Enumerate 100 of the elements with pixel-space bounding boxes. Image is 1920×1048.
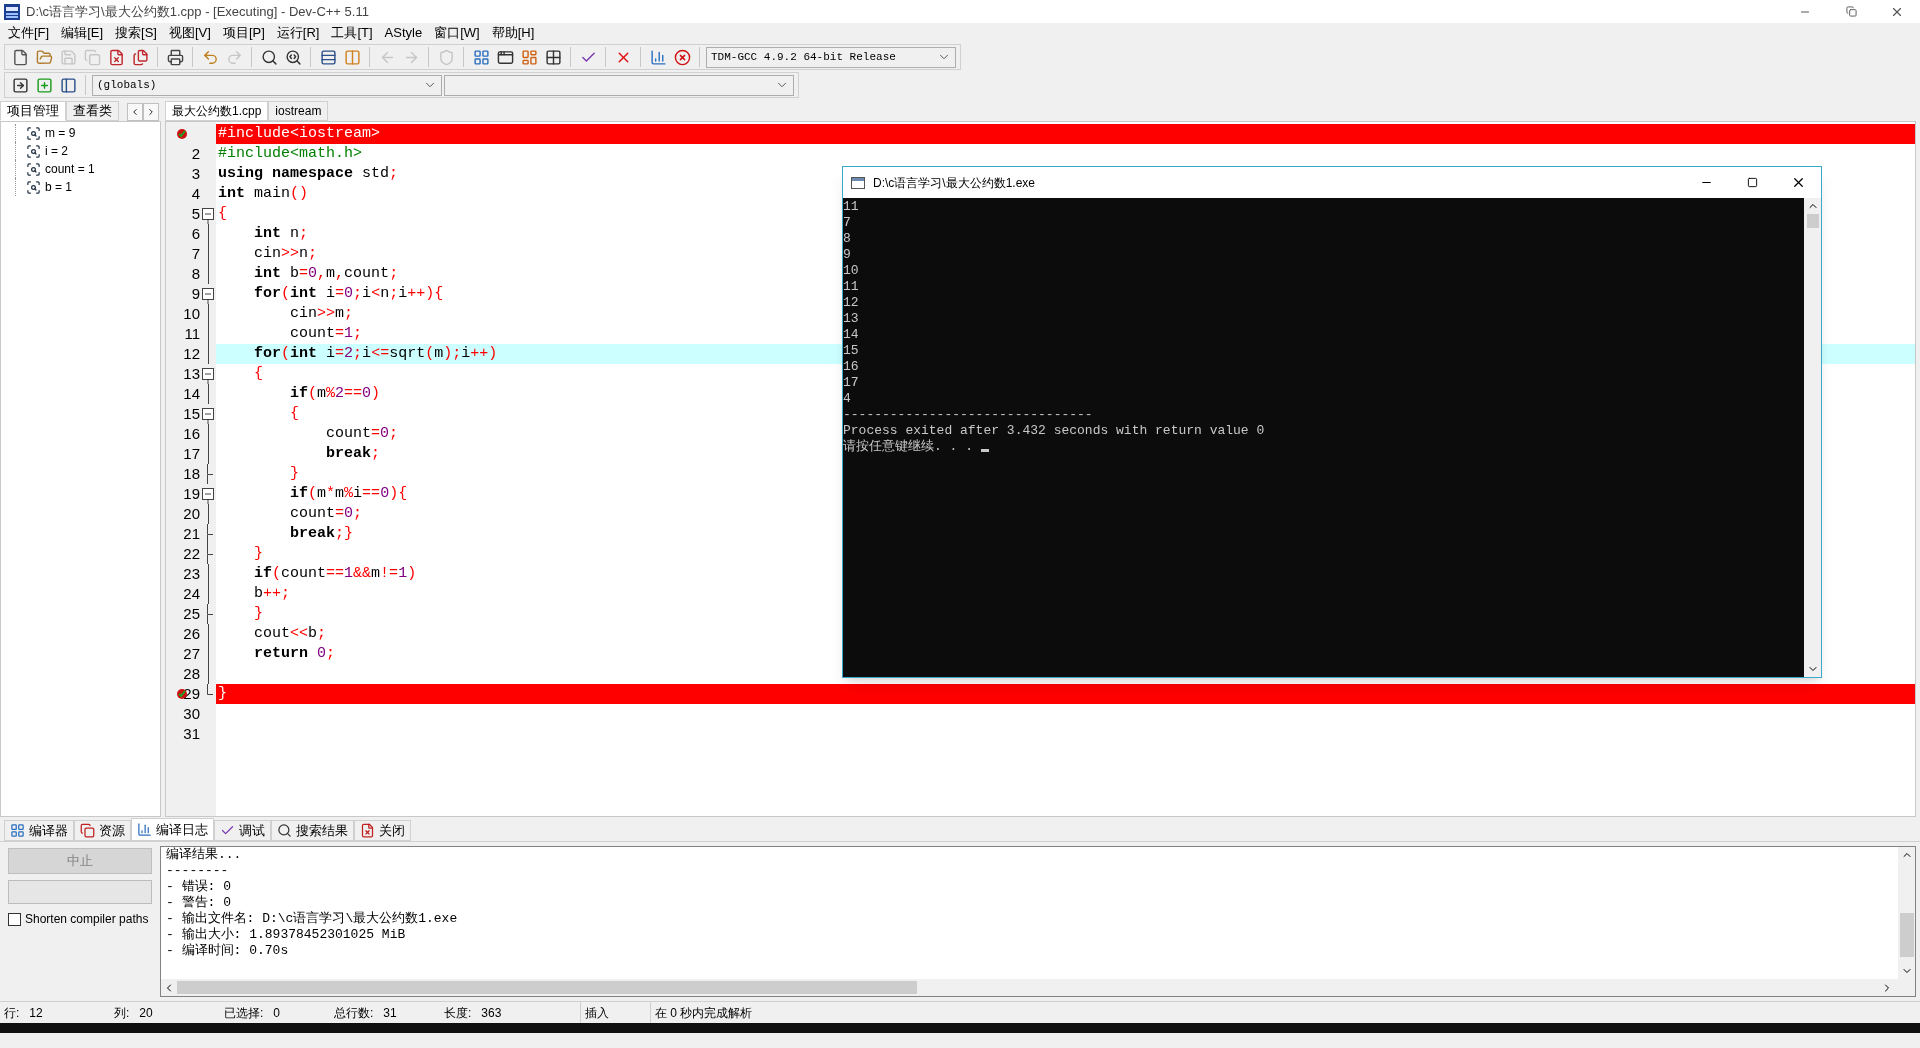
line-number: 23 bbox=[183, 563, 200, 584]
bottom-tab[interactable]: 编译日志 bbox=[131, 818, 214, 841]
watch-item[interactable]: count = 1 bbox=[45, 160, 95, 178]
code-line: for(int i=0;i<n;i++){ bbox=[253, 283, 444, 304]
magnifier-icon bbox=[26, 161, 41, 177]
menu-item[interactable]: 运行[R] bbox=[270, 23, 326, 43]
bottom-tab[interactable]: 调试 bbox=[214, 820, 271, 841]
status-value: 0 bbox=[273, 1004, 281, 1022]
undo-icon bbox=[201, 48, 219, 66]
console-line: 11 bbox=[843, 199, 859, 215]
watch-item[interactable]: m = 9 bbox=[45, 124, 76, 142]
console-line: 9 bbox=[843, 247, 851, 263]
line-number: 15 bbox=[183, 403, 200, 424]
magnifier-icon bbox=[26, 143, 41, 159]
vertical-scrollbar[interactable] bbox=[1804, 198, 1821, 677]
bottom-tab[interactable]: 资源 bbox=[74, 820, 131, 841]
restore-icon bbox=[1845, 6, 1857, 17]
search-icon bbox=[260, 48, 278, 66]
code-line: count=1; bbox=[289, 323, 363, 344]
code-line: break; bbox=[325, 443, 381, 464]
console-title: D:\c语言学习\最大公约数1.exe bbox=[873, 174, 1036, 192]
scroll-right-button[interactable] bbox=[143, 103, 159, 121]
copy-icon bbox=[80, 823, 95, 838]
chevron-left-icon bbox=[130, 107, 140, 117]
line-number: 7 bbox=[191, 243, 200, 264]
menu-item[interactable]: 文件[F] bbox=[2, 23, 56, 43]
line-number: 22 bbox=[183, 543, 200, 564]
code-line: } bbox=[289, 463, 299, 484]
floppy-icon bbox=[59, 48, 77, 66]
code-line: { bbox=[218, 203, 227, 224]
console-line: 请按任意键继续. . . bbox=[843, 439, 973, 455]
console-line: 8 bbox=[843, 231, 851, 247]
line-number: 9 bbox=[191, 283, 200, 304]
menu-item[interactable]: 工具[T] bbox=[325, 23, 379, 43]
menu-item[interactable]: 帮助[H] bbox=[485, 23, 541, 43]
code-line: { bbox=[253, 363, 263, 384]
line-number: 17 bbox=[183, 443, 200, 464]
console-line: 7 bbox=[843, 215, 851, 231]
folder-icon bbox=[35, 48, 53, 66]
editor-tab[interactable]: iostream bbox=[268, 101, 329, 121]
line-number: 25 bbox=[183, 603, 200, 624]
scroll-left-button[interactable] bbox=[127, 103, 143, 121]
line-number: 6 bbox=[191, 223, 200, 244]
app-icon bbox=[4, 3, 20, 20]
code-line: { bbox=[289, 403, 299, 424]
scrollbar-thumb[interactable] bbox=[1806, 214, 1819, 228]
grid-icon bbox=[544, 48, 562, 66]
bottom-tab[interactable]: 编译器 bbox=[4, 820, 74, 841]
scrollbar-thumb[interactable] bbox=[1899, 913, 1914, 957]
columns-icon bbox=[343, 48, 361, 66]
line-number: 28 bbox=[183, 663, 200, 684]
chevron-right-icon bbox=[146, 107, 156, 117]
compiler-select[interactable]: TDM-GCC 4.9.2 64-bit Release bbox=[706, 46, 956, 68]
console-line: 16 bbox=[843, 359, 859, 375]
menu-item[interactable]: 编辑[E] bbox=[55, 23, 110, 43]
code-line: cin>>m; bbox=[289, 303, 354, 324]
watch-item[interactable]: i = 2 bbox=[45, 142, 68, 160]
menu-item[interactable]: 窗口[W] bbox=[428, 23, 486, 43]
panel-tab[interactable]: 项目管理 bbox=[0, 101, 66, 121]
scrollbar-thumb[interactable] bbox=[177, 981, 917, 994]
code-line: #include<iostream> bbox=[218, 123, 381, 144]
line-number: 5 bbox=[191, 203, 200, 224]
console-line: 17 bbox=[843, 375, 859, 391]
function-select[interactable] bbox=[444, 74, 794, 96]
status-value: 363 bbox=[481, 1004, 502, 1022]
text-cursor bbox=[981, 449, 989, 452]
code-line: int main() bbox=[218, 183, 309, 204]
code-line: return 0; bbox=[253, 643, 336, 664]
bottom-tab[interactable]: 搜索结果 bbox=[271, 820, 354, 841]
magnifier-icon bbox=[26, 125, 41, 141]
status-value: 31 bbox=[383, 1004, 397, 1022]
search-icon bbox=[277, 823, 292, 838]
code-line: } bbox=[218, 683, 227, 704]
panel-tab[interactable]: 查看类 bbox=[66, 101, 119, 121]
square-plus-icon bbox=[35, 76, 53, 94]
line-number: 2 bbox=[191, 143, 200, 164]
watch-item[interactable]: b = 1 bbox=[45, 178, 73, 196]
editor-tab[interactable]: 最大公约数1.cpp bbox=[165, 101, 269, 121]
status-label: 已选择: bbox=[224, 1004, 264, 1022]
panel-icon bbox=[59, 76, 77, 94]
log-line: - 输出大小: 1.89378452301025 MiB bbox=[166, 927, 406, 943]
log-line: - 输出文件名: D:\c语言学习\最大公约数1.exe bbox=[166, 911, 458, 927]
scope-select[interactable]: (globals) bbox=[92, 74, 442, 96]
line-number: 24 bbox=[183, 583, 200, 604]
status-value: 20 bbox=[139, 1004, 153, 1022]
menu-item[interactable]: 搜索[S] bbox=[109, 23, 163, 43]
menu-item[interactable]: AStyle bbox=[378, 23, 429, 43]
console-line: 14 bbox=[843, 327, 859, 343]
console-line: Process exited after 3.432 seconds with return value 0 bbox=[843, 423, 1265, 439]
menu-item[interactable]: 视图[V] bbox=[163, 23, 217, 43]
checkbox[interactable] bbox=[8, 912, 21, 926]
horizontal-scrollbar[interactable] bbox=[161, 979, 1915, 996]
code-line: if(m*m%i==0){ bbox=[289, 483, 408, 504]
console-line: 4 bbox=[843, 391, 851, 407]
vertical-scrollbar[interactable] bbox=[1898, 847, 1915, 979]
bar-chart-icon bbox=[137, 822, 152, 837]
menu-item[interactable]: 项目[P] bbox=[216, 23, 271, 43]
bar-chart-icon bbox=[649, 48, 667, 66]
code-line: count=0; bbox=[325, 423, 399, 444]
bottom-tab[interactable]: 关闭 bbox=[354, 820, 411, 841]
